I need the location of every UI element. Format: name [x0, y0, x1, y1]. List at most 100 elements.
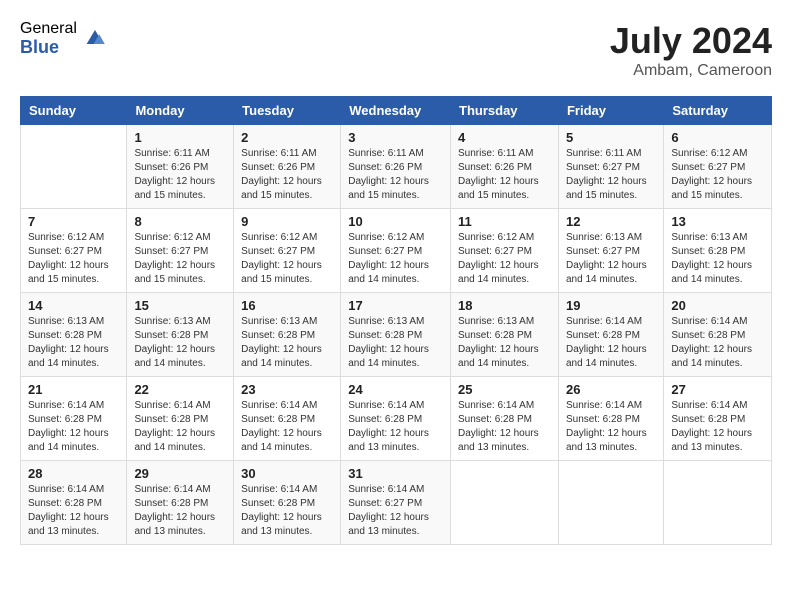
day-number: 9 [241, 214, 333, 229]
calendar-week-row: 21 Sunrise: 6:14 AMSunset: 6:28 PMDayligh… [21, 377, 772, 461]
calendar-cell: 14 Sunrise: 6:13 AMSunset: 6:28 PMDayligh… [21, 293, 127, 377]
day-number: 10 [348, 214, 443, 229]
day-number: 11 [458, 214, 551, 229]
day-info: Sunrise: 6:12 AMSunset: 6:27 PMDaylight:… [671, 147, 764, 203]
day-number: 22 [134, 382, 226, 397]
day-info: Sunrise: 6:14 AMSunset: 6:28 PMDaylight:… [134, 483, 226, 539]
day-number: 12 [566, 214, 656, 229]
day-info: Sunrise: 6:14 AMSunset: 6:28 PMDaylight:… [671, 315, 764, 371]
day-info: Sunrise: 6:14 AMSunset: 6:28 PMDaylight:… [28, 399, 119, 455]
title-area: July 2024 Ambam, Cameroon [610, 20, 772, 80]
day-number: 23 [241, 382, 333, 397]
calendar-cell: 3 Sunrise: 6:11 AMSunset: 6:26 PMDaylight… [341, 125, 451, 209]
day-number: 3 [348, 130, 443, 145]
calendar-day-header: Wednesday [341, 97, 451, 125]
calendar-cell: 24 Sunrise: 6:14 AMSunset: 6:28 PMDayligh… [341, 377, 451, 461]
calendar-day-header: Friday [558, 97, 663, 125]
day-info: Sunrise: 6:11 AMSunset: 6:26 PMDaylight:… [134, 147, 226, 203]
calendar-cell: 9 Sunrise: 6:12 AMSunset: 6:27 PMDaylight… [234, 209, 341, 293]
day-number: 4 [458, 130, 551, 145]
calendar-cell: 19Sunrise: 6:14 AMSunset: 6:28 PMDayligh… [558, 293, 663, 377]
day-info: Sunrise: 6:14 AMSunset: 6:28 PMDaylight:… [241, 399, 333, 455]
calendar-cell [558, 461, 663, 545]
calendar-table: SundayMondayTuesdayWednesdayThursdayFrid… [20, 96, 772, 545]
day-number: 5 [566, 130, 656, 145]
day-number: 17 [348, 298, 443, 313]
day-info: Sunrise: 6:14 AMSunset: 6:28 PMDaylight:… [348, 399, 443, 455]
day-info: Sunrise: 6:11 AMSunset: 6:26 PMDaylight:… [241, 147, 333, 203]
day-number: 18 [458, 298, 551, 313]
calendar-cell: 28Sunrise: 6:14 AMSunset: 6:28 PMDayligh… [21, 461, 127, 545]
month-title: July 2024 [610, 20, 772, 62]
calendar-cell: 20 Sunrise: 6:14 AMSunset: 6:28 PMDayligh… [664, 293, 772, 377]
calendar-cell: 15Sunrise: 6:13 AMSunset: 6:28 PMDayligh… [127, 293, 234, 377]
calendar-header-row: SundayMondayTuesdayWednesdayThursdayFrid… [21, 97, 772, 125]
calendar-cell [664, 461, 772, 545]
day-number: 21 [28, 382, 119, 397]
calendar-cell: 2 Sunrise: 6:11 AMSunset: 6:26 PMDaylight… [234, 125, 341, 209]
calendar-cell: 4 Sunrise: 6:11 AMSunset: 6:26 PMDaylight… [451, 125, 559, 209]
calendar-cell: 30Sunrise: 6:14 AMSunset: 6:28 PMDayligh… [234, 461, 341, 545]
calendar-cell: 21 Sunrise: 6:14 AMSunset: 6:28 PMDayligh… [21, 377, 127, 461]
day-number: 20 [671, 298, 764, 313]
day-info: Sunrise: 6:13 AMSunset: 6:28 PMDaylight:… [348, 315, 443, 371]
calendar-cell: 31Sunrise: 6:14 AMSunset: 6:27 PMDayligh… [341, 461, 451, 545]
calendar-cell: 10 Sunrise: 6:12 AMSunset: 6:27 PMDayligh… [341, 209, 451, 293]
calendar-week-row: 14 Sunrise: 6:13 AMSunset: 6:28 PMDayligh… [21, 293, 772, 377]
day-number: 24 [348, 382, 443, 397]
day-number: 19 [566, 298, 656, 313]
day-number: 7 [28, 214, 119, 229]
page-header: General Blue July 2024 Ambam, Cameroon [20, 20, 772, 80]
day-info: Sunrise: 6:14 AMSunset: 6:28 PMDaylight:… [566, 399, 656, 455]
day-number: 6 [671, 130, 764, 145]
day-info: Sunrise: 6:14 AMSunset: 6:28 PMDaylight:… [671, 399, 764, 455]
calendar-week-row: 1 Sunrise: 6:11 AMSunset: 6:26 PMDaylight… [21, 125, 772, 209]
calendar-cell: 27 Sunrise: 6:14 AMSunset: 6:28 PMDayligh… [664, 377, 772, 461]
day-info: Sunrise: 6:14 AMSunset: 6:28 PMDaylight:… [241, 483, 333, 539]
calendar-day-header: Saturday [664, 97, 772, 125]
calendar-week-row: 7 Sunrise: 6:12 AMSunset: 6:27 PMDaylight… [21, 209, 772, 293]
calendar-cell: 18 Sunrise: 6:13 AMSunset: 6:28 PMDayligh… [451, 293, 559, 377]
calendar-body: 1 Sunrise: 6:11 AMSunset: 6:26 PMDaylight… [21, 125, 772, 545]
logo-icon [81, 23, 109, 51]
location: Ambam, Cameroon [610, 62, 772, 80]
calendar-cell: 26 Sunrise: 6:14 AMSunset: 6:28 PMDayligh… [558, 377, 663, 461]
day-info: Sunrise: 6:13 AMSunset: 6:28 PMDaylight:… [458, 315, 551, 371]
day-number: 26 [566, 382, 656, 397]
day-number: 14 [28, 298, 119, 313]
calendar-cell: 8 Sunrise: 6:12 AMSunset: 6:27 PMDaylight… [127, 209, 234, 293]
day-info: Sunrise: 6:11 AMSunset: 6:26 PMDaylight:… [348, 147, 443, 203]
day-number: 15 [134, 298, 226, 313]
day-number: 2 [241, 130, 333, 145]
calendar-cell: 22 Sunrise: 6:14 AMSunset: 6:28 PMDayligh… [127, 377, 234, 461]
day-info: Sunrise: 6:12 AMSunset: 6:27 PMDaylight:… [134, 231, 226, 287]
day-info: Sunrise: 6:14 AMSunset: 6:28 PMDaylight:… [458, 399, 551, 455]
logo-text: General Blue [20, 20, 77, 57]
calendar-day-header: Tuesday [234, 97, 341, 125]
day-number: 27 [671, 382, 764, 397]
calendar-cell: 11 Sunrise: 6:12 AMSunset: 6:27 PMDayligh… [451, 209, 559, 293]
calendar-cell: 13Sunrise: 6:13 AMSunset: 6:28 PMDayligh… [664, 209, 772, 293]
calendar-day-header: Thursday [451, 97, 559, 125]
calendar-cell: 7 Sunrise: 6:12 AMSunset: 6:27 PMDaylight… [21, 209, 127, 293]
day-number: 8 [134, 214, 226, 229]
calendar-day-header: Monday [127, 97, 234, 125]
day-info: Sunrise: 6:12 AMSunset: 6:27 PMDaylight:… [348, 231, 443, 287]
day-info: Sunrise: 6:12 AMSunset: 6:27 PMDaylight:… [241, 231, 333, 287]
day-info: Sunrise: 6:11 AMSunset: 6:26 PMDaylight:… [458, 147, 551, 203]
calendar-cell: 29Sunrise: 6:14 AMSunset: 6:28 PMDayligh… [127, 461, 234, 545]
day-info: Sunrise: 6:12 AMSunset: 6:27 PMDaylight:… [458, 231, 551, 287]
day-info: Sunrise: 6:14 AMSunset: 6:28 PMDaylight:… [134, 399, 226, 455]
day-info: Sunrise: 6:13 AMSunset: 6:27 PMDaylight:… [566, 231, 656, 287]
logo-general: General [20, 20, 77, 38]
day-number: 1 [134, 130, 226, 145]
day-info: Sunrise: 6:12 AMSunset: 6:27 PMDaylight:… [28, 231, 119, 287]
day-number: 16 [241, 298, 333, 313]
calendar-cell: 16Sunrise: 6:13 AMSunset: 6:28 PMDayligh… [234, 293, 341, 377]
calendar-cell: 23 Sunrise: 6:14 AMSunset: 6:28 PMDayligh… [234, 377, 341, 461]
calendar-cell [451, 461, 559, 545]
calendar-cell [21, 125, 127, 209]
day-info: Sunrise: 6:13 AMSunset: 6:28 PMDaylight:… [28, 315, 119, 371]
day-info: Sunrise: 6:14 AMSunset: 6:27 PMDaylight:… [348, 483, 443, 539]
logo-blue: Blue [20, 38, 77, 58]
